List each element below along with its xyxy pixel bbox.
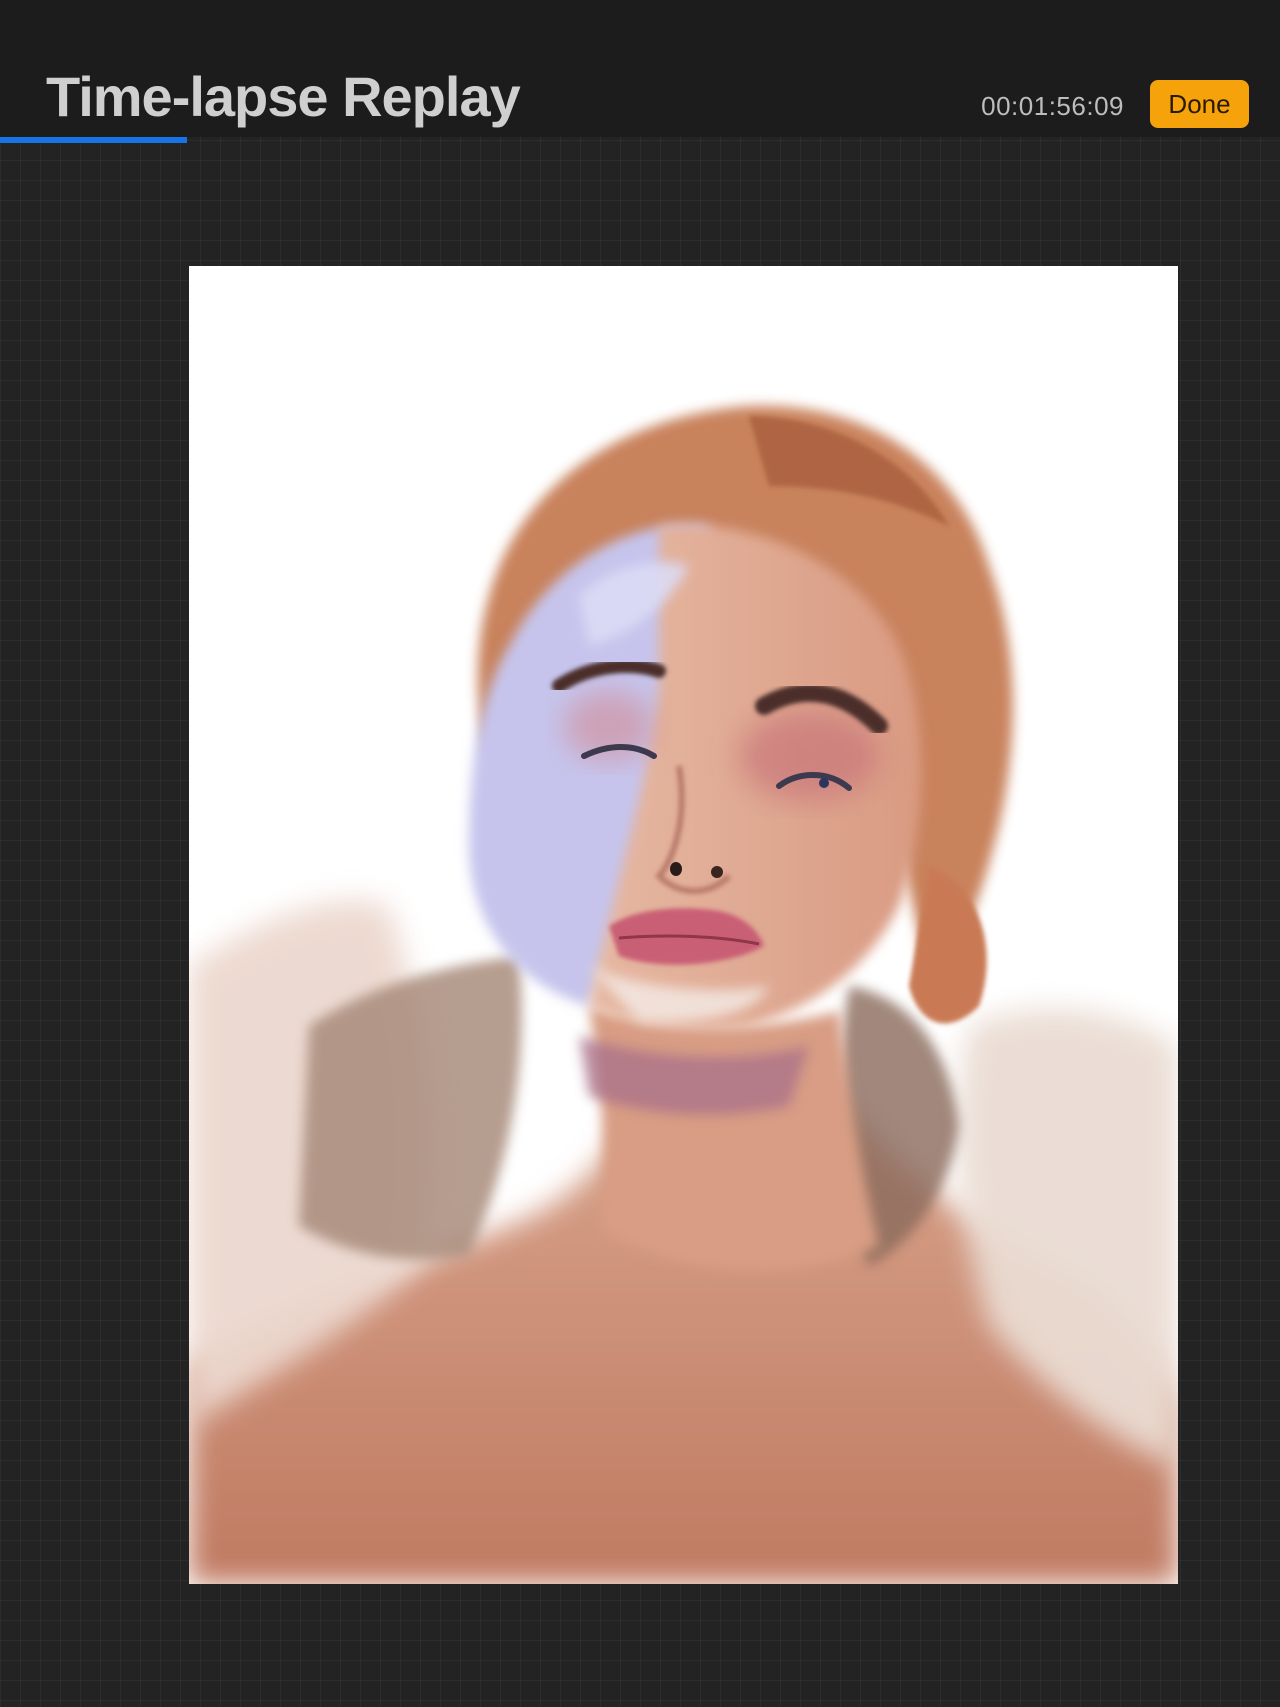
artwork-canvas[interactable]	[189, 266, 1178, 1584]
playback-progress-fill	[0, 137, 187, 143]
playback-progress-bar[interactable]	[0, 137, 1280, 143]
page-title: Time-lapse Replay	[46, 65, 521, 128]
timelapse-replay-screen: Time-lapse Replay 00:01:56:09 Done	[0, 0, 1280, 1707]
timecode-readout: 00:01:56:09	[981, 91, 1124, 121]
done-button[interactable]: Done	[1150, 80, 1249, 128]
top-bar: Time-lapse Replay 00:01:56:09 Done	[0, 0, 1280, 137]
painted-portrait	[189, 405, 1178, 1584]
